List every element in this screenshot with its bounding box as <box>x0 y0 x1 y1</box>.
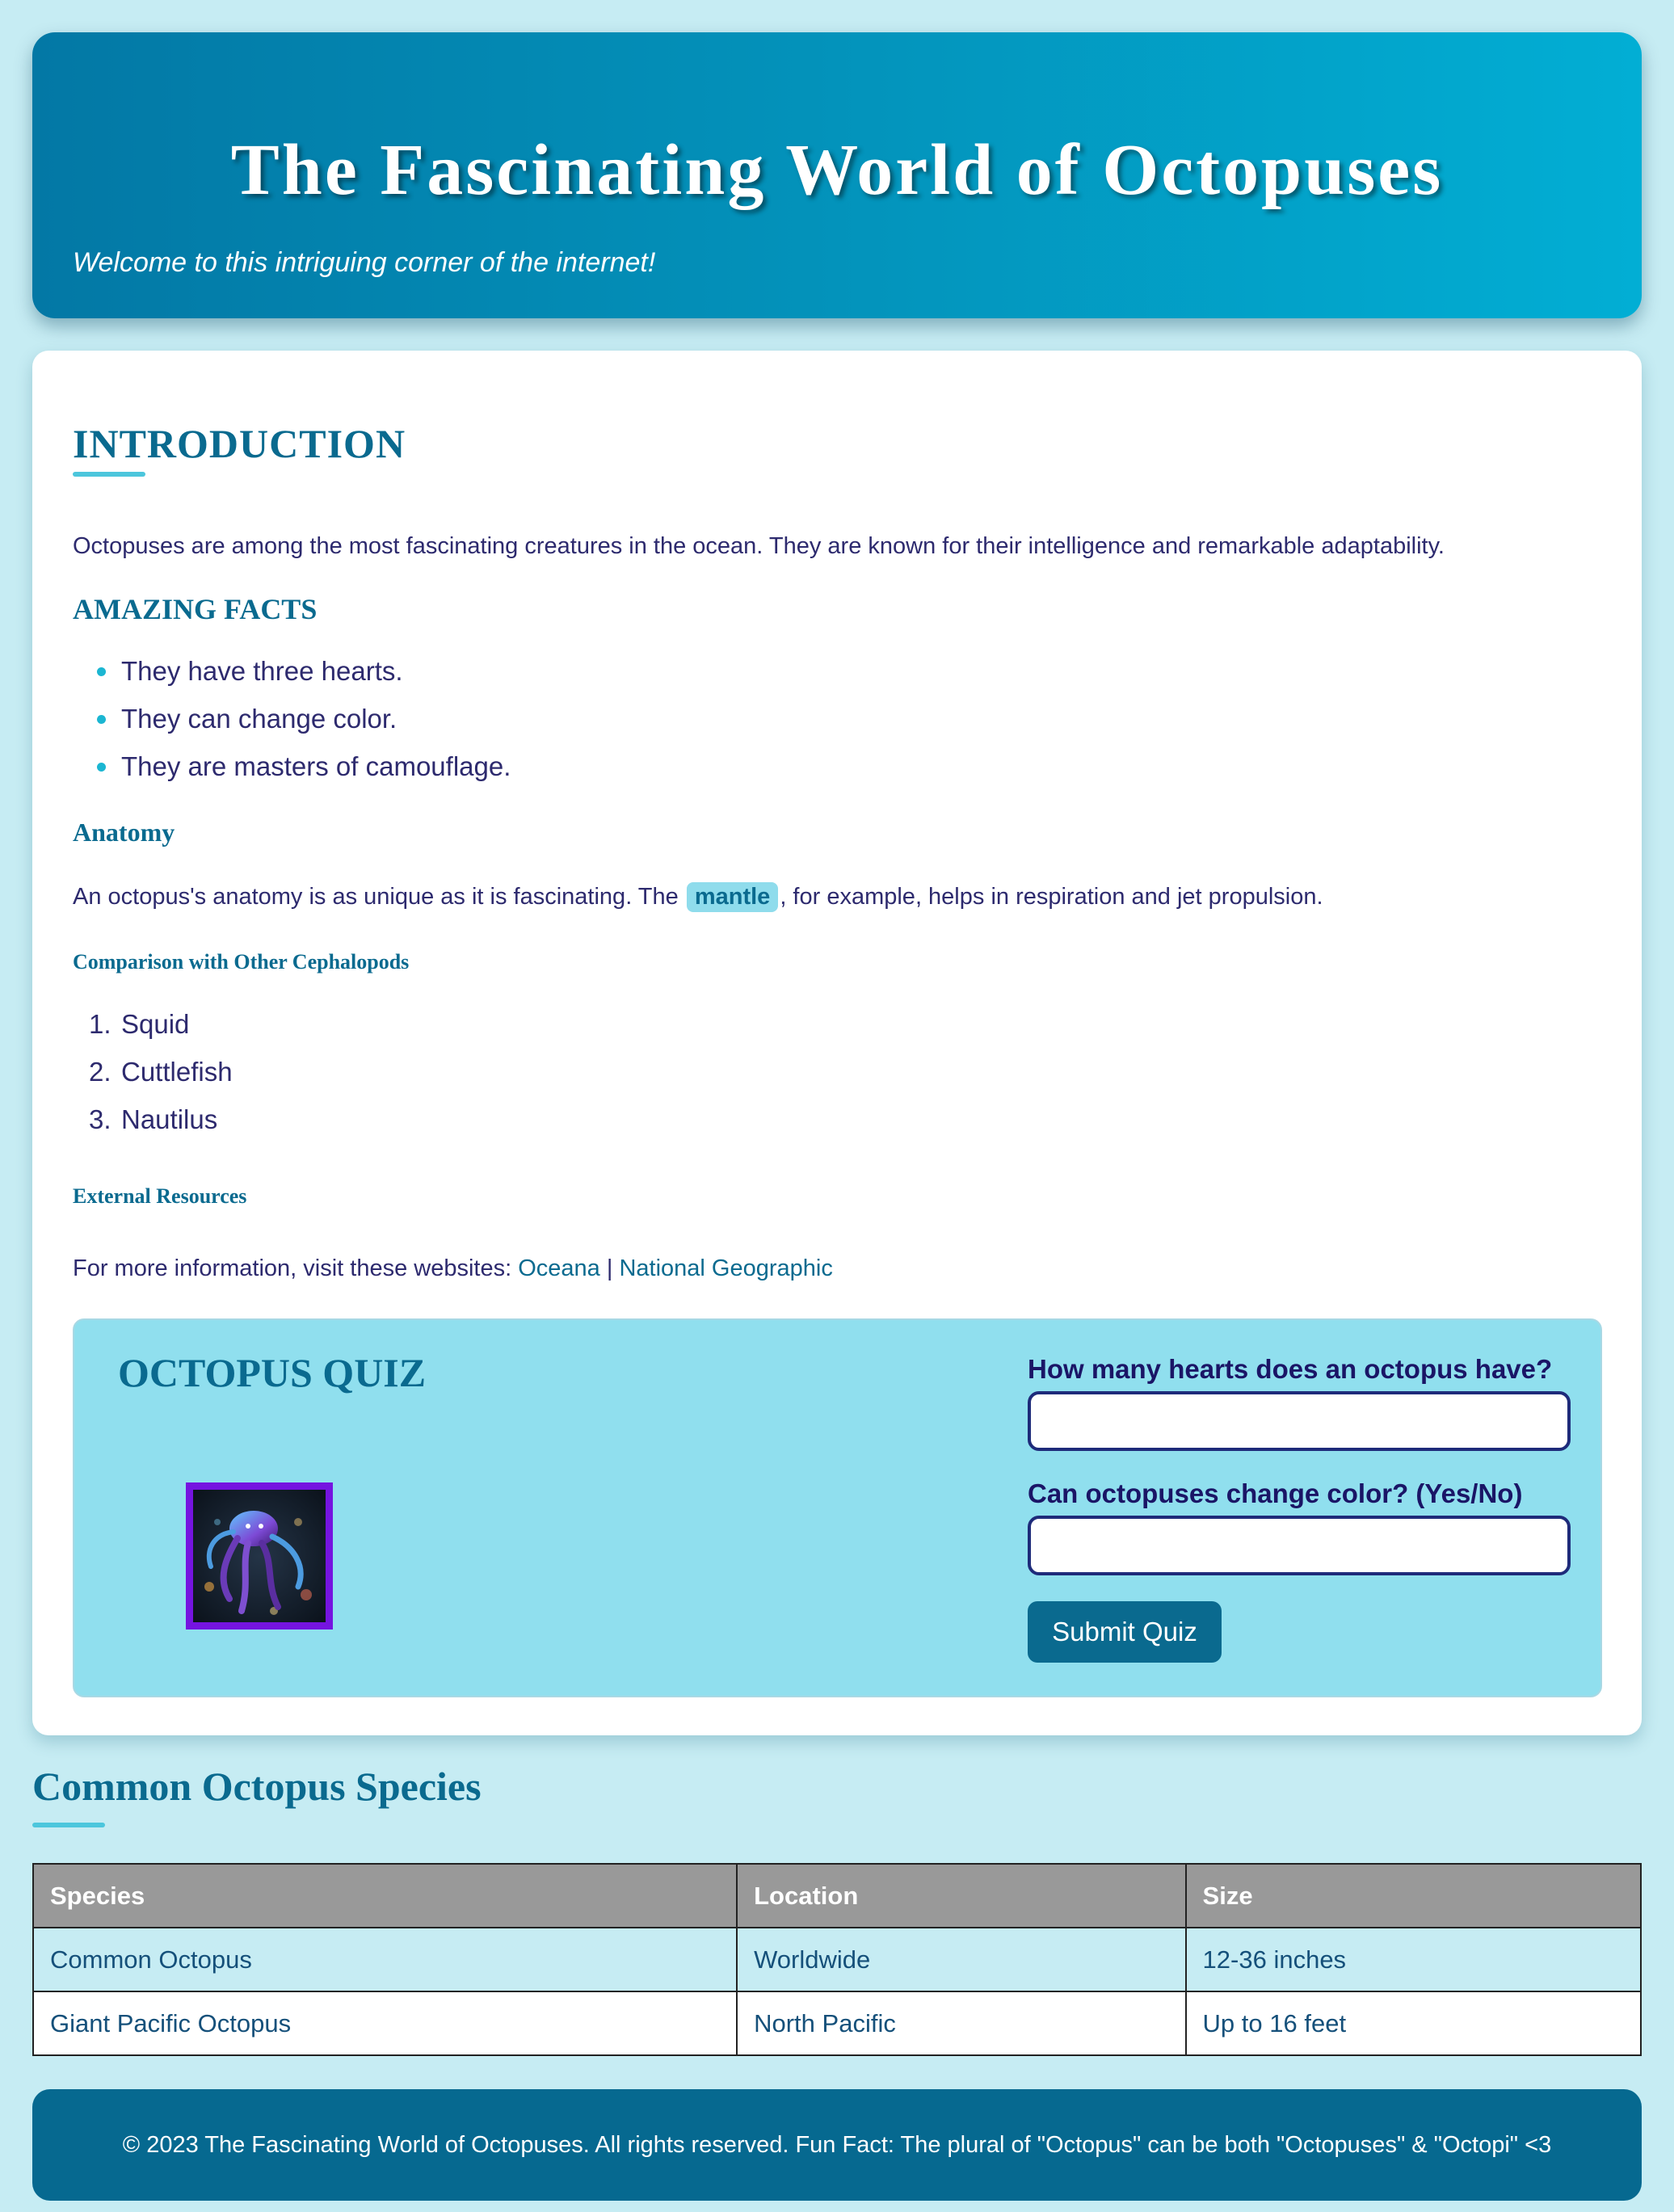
link-separator: | <box>606 1255 613 1281</box>
fact-item: They have three hearts. <box>97 656 403 686</box>
octopus-image <box>186 1482 333 1630</box>
list-number: 3. <box>89 1104 111 1134</box>
table-cell: 12-36 inches <box>1184 1927 1642 1992</box>
anatomy-heading: Anatomy <box>73 818 175 847</box>
heading-underline <box>32 1823 105 1827</box>
list-item-cuttlefish: Cuttlefish <box>121 1057 233 1087</box>
footer-text: © 2023 The Fascinating World of Octopuse… <box>122 2131 1552 2158</box>
external-resources-heading: External Resources <box>73 1184 247 1208</box>
page-tagline: Welcome to this intriguing corner of the… <box>73 247 656 278</box>
table-row: Common Octopus Worldwide 12-36 inches <box>32 1927 1642 1992</box>
list-number: 2. <box>89 1057 111 1087</box>
table-header-row: Species Location Size <box>32 1863 1642 1928</box>
national-geographic-link[interactable]: National Geographic <box>619 1255 832 1281</box>
table-row: Giant Pacific Octopus North Pacific Up t… <box>32 1991 1642 2056</box>
oceana-link[interactable]: Oceana <box>518 1255 600 1281</box>
page-footer: © 2023 The Fascinating World of Octopuse… <box>32 2089 1642 2201</box>
list-item-nautilus: Nautilus <box>121 1104 218 1134</box>
main-content-card: INTRODUCTION Octopuses are among the mos… <box>32 351 1642 1735</box>
species-table: Species Location Size Common Octopus Wor… <box>32 1863 1642 2056</box>
octopus-quiz-panel: OCTOPUS QUIZ How many hearts does an oct… <box>73 1318 1602 1697</box>
anatomy-text-after: , for example, helps in respiration and … <box>780 884 1323 910</box>
fact-item: They are masters of camouflage. <box>96 751 511 781</box>
anatomy-text-before: An octopus's anatomy is as unique as it … <box>73 884 679 910</box>
column-header-location: Location <box>736 1863 1187 1928</box>
comparison-heading: Comparison with Other Cephalopods <box>73 950 410 974</box>
table-cell: North Pacific <box>736 1991 1187 2056</box>
heading-underline <box>73 472 145 477</box>
quiz-title: OCTOPUS QUIZ <box>118 1350 427 1395</box>
introduction-text: Octopuses are among the most fascinating… <box>73 533 1445 559</box>
anatomy-text: An octopus's anatomy is as unique as it … <box>73 882 1323 912</box>
octopus-illustration <box>193 1490 326 1622</box>
table-cell: Worldwide <box>736 1927 1187 1992</box>
column-header-size: Size <box>1184 1863 1642 1928</box>
quiz-question-2-label: Can octopuses change color? (Yes/No) <box>1028 1478 1523 1508</box>
species-heading: Common Octopus Species <box>32 1764 482 1809</box>
column-header-species: Species <box>32 1863 738 1928</box>
mantle-highlight: mantle <box>686 882 779 912</box>
submit-quiz-button[interactable]: Submit Quiz <box>1028 1601 1222 1663</box>
page-header: The Fascinating World of Octopuses Welco… <box>32 32 1642 318</box>
page-title: The Fascinating World of Octopuses <box>230 130 1444 210</box>
resources-intro: For more information, visit these websit… <box>73 1255 512 1281</box>
fact-item: They can change color. <box>96 704 397 734</box>
table-cell: Giant Pacific Octopus <box>32 1991 738 2056</box>
list-number: 1. <box>89 1009 111 1039</box>
quiz-question-1-label: How many hearts does an octopus have? <box>1028 1354 1553 1384</box>
resources-text: For more information, visit these websit… <box>73 1257 833 1281</box>
list-item-squid: Squid <box>121 1009 190 1039</box>
quiz-answer-hearts-input[interactable] <box>1028 1391 1571 1451</box>
table-cell: Common Octopus <box>32 1927 738 1992</box>
quiz-answer-color-input[interactable] <box>1028 1516 1571 1575</box>
introduction-heading: INTRODUCTION <box>73 421 406 466</box>
amazing-facts-heading: AMAZING FACTS <box>73 593 318 625</box>
table-cell: Up to 16 feet <box>1184 1991 1642 2056</box>
